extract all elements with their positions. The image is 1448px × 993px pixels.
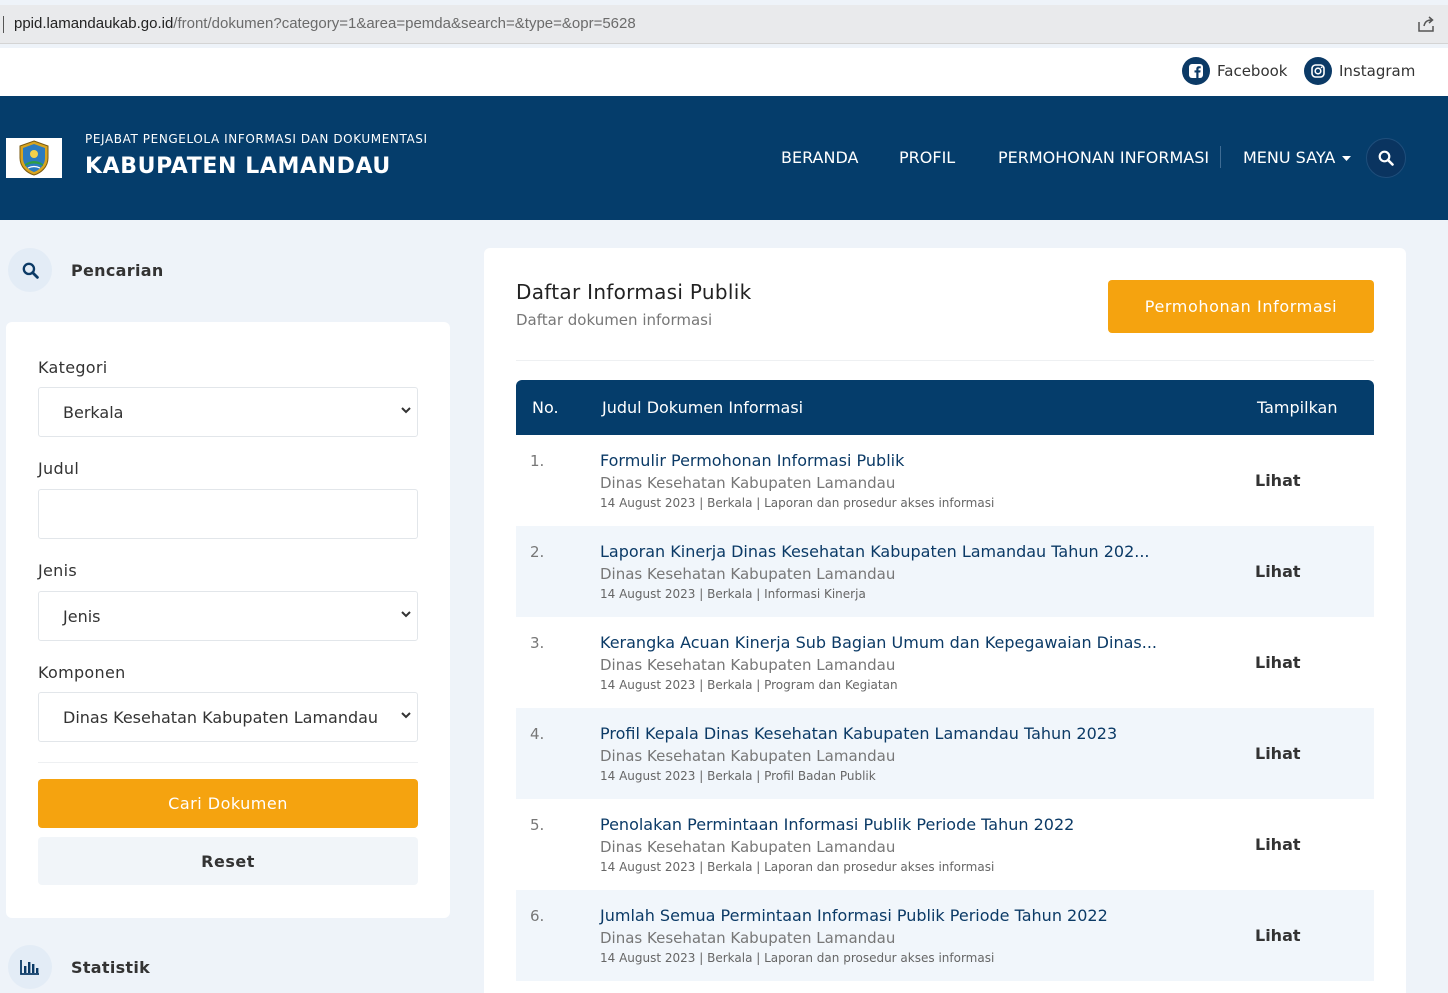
kategori-value: Berkala — [63, 402, 124, 422]
row-number: 6. — [530, 907, 545, 925]
form-divider — [38, 762, 418, 763]
table-row: 2. Laporan Kinerja Dinas Kesehatan Kabup… — [516, 526, 1374, 617]
statistik-title: Statistik — [71, 958, 151, 977]
filter-card: Kategori Berkala Judul Jenis Jenis Kompo… — [6, 322, 450, 918]
col-judul: Judul Dokumen Informasi — [602, 398, 804, 417]
page-title: Daftar Informasi Publik — [516, 280, 752, 304]
permohonan-informasi-button[interactable]: Permohonan Informasi — [1108, 280, 1374, 333]
nav-permohonan-informasi[interactable]: PERMOHONAN INFORMASI — [998, 148, 1209, 167]
search-icon — [22, 262, 39, 279]
reset-button[interactable]: Reset — [38, 837, 418, 885]
lihat-link[interactable]: Lihat — [1255, 471, 1301, 490]
row-number: 2. — [530, 543, 545, 561]
page-subtitle: Daftar dokumen informasi — [516, 311, 713, 329]
instagram-icon — [1304, 57, 1332, 85]
document-list-card: Daftar Informasi Publik Daftar dokumen i… — [484, 248, 1406, 993]
header-divider — [516, 360, 1374, 361]
cari-dokumen-button[interactable]: Cari Dokumen — [38, 779, 418, 828]
bar-chart-icon — [20, 960, 39, 975]
instagram-label: Instagram — [1339, 62, 1416, 80]
chevron-down-icon — [401, 712, 411, 719]
komponen-value: Dinas Kesehatan Kabupaten Lamandau — [63, 707, 379, 727]
lihat-link[interactable]: Lihat — [1255, 926, 1301, 945]
lihat-link[interactable]: Lihat — [1255, 653, 1301, 672]
pencarian-title: Pencarian — [71, 261, 164, 280]
row-number: 3. — [530, 634, 545, 652]
row-meta: 14 August 2023 | Berkala | Profil Badan … — [600, 769, 876, 783]
table-row: 5. Penolakan Permintaan Informasi Publik… — [516, 799, 1374, 890]
nav-search-button[interactable] — [1366, 138, 1406, 178]
row-title-link[interactable]: Profil Kepala Dinas Kesehatan Kabupaten … — [600, 724, 1117, 743]
text-caret — [3, 16, 4, 33]
row-meta: 14 August 2023 | Berkala | Laporan dan p… — [600, 951, 995, 965]
search-icon — [1378, 150, 1394, 166]
row-organization: Dinas Kesehatan Kabupaten Lamandau — [600, 656, 896, 674]
nav-menu-saya-label: MENU SAYA — [1243, 148, 1336, 167]
chevron-down-icon — [401, 407, 411, 414]
statistik-icon-badge — [8, 945, 52, 989]
facebook-label: Facebook — [1217, 62, 1288, 80]
row-organization: Dinas Kesehatan Kabupaten Lamandau — [600, 474, 896, 492]
row-number: 4. — [530, 725, 545, 743]
main-navbar: PEJABAT PENGELOLA INFORMASI DAN DOKUMENT… — [0, 96, 1448, 220]
nav-profil[interactable]: PROFIL — [899, 148, 955, 167]
row-title-link[interactable]: Formulir Permohonan Informasi Publik — [600, 451, 904, 470]
jenis-value: Jenis — [63, 606, 101, 626]
table-row: 3. Kerangka Acuan Kinerja Sub Bagian Umu… — [516, 617, 1374, 708]
lihat-link[interactable]: Lihat — [1255, 562, 1301, 581]
table-row: 4. Profil Kepala Dinas Kesehatan Kabupat… — [516, 708, 1374, 799]
row-title-link[interactable]: Kerangka Acuan Kinerja Sub Bagian Umum d… — [600, 633, 1157, 652]
row-title-link[interactable]: Jumlah Semua Permintaan Informasi Publik… — [600, 906, 1108, 925]
col-no: No. — [532, 398, 559, 417]
kategori-select[interactable]: Berkala — [38, 387, 418, 437]
url-host: ppid.lamandaukab.go.id — [14, 15, 174, 32]
lihat-link[interactable]: Lihat — [1255, 744, 1301, 763]
table-row: 6. Jumlah Semua Permintaan Informasi Pub… — [516, 890, 1374, 981]
row-title-link[interactable]: Penolakan Permintaan Informasi Publik Pe… — [600, 815, 1074, 834]
facebook-link[interactable]: Facebook — [1182, 57, 1287, 85]
row-meta: 14 August 2023 | Berkala | Laporan dan p… — [600, 860, 995, 874]
judul-label: Judul — [38, 459, 80, 478]
lihat-link[interactable]: Lihat — [1255, 835, 1301, 854]
caret-down-icon — [1342, 155, 1352, 161]
url-path: /front/dokumen?category=1&area=pemda&sea… — [173, 15, 636, 32]
kategori-label: Kategori — [38, 358, 108, 377]
judul-input[interactable] — [38, 489, 418, 539]
jenis-label: Jenis — [38, 561, 77, 580]
komponen-select[interactable]: Dinas Kesehatan Kabupaten Lamandau — [38, 692, 418, 742]
row-title-link[interactable]: Laporan Kinerja Dinas Kesehatan Kabupate… — [600, 542, 1150, 561]
documents-table: No. Judul Dokumen Informasi Tampilkan 1.… — [516, 380, 1374, 981]
table-row: 1. Formulir Permohonan Informasi Publik … — [516, 435, 1374, 526]
row-organization: Dinas Kesehatan Kabupaten Lamandau — [600, 565, 896, 583]
row-meta: 14 August 2023 | Berkala | Laporan dan p… — [600, 496, 995, 510]
browser-url-bar[interactable]: ppid.lamandaukab.go.id/front/dokumen?cat… — [0, 5, 1448, 44]
nav-divider — [1220, 146, 1221, 168]
pencarian-icon-badge — [8, 248, 52, 292]
brand-subtitle: PEJABAT PENGELOLA INFORMASI DAN DOKUMENT… — [85, 132, 428, 146]
row-meta: 14 August 2023 | Berkala | Program dan K… — [600, 678, 898, 692]
instagram-link[interactable]: Instagram — [1304, 57, 1415, 85]
nav-beranda[interactable]: BERANDA — [781, 148, 858, 167]
facebook-icon — [1182, 57, 1210, 85]
komponen-label: Komponen — [38, 663, 126, 682]
col-tampilkan: Tampilkan — [1257, 398, 1338, 417]
crest-icon — [19, 140, 49, 176]
brand-title[interactable]: KABUPATEN LAMANDAU — [85, 154, 391, 179]
url-text[interactable]: ppid.lamandaukab.go.id/front/dokumen?cat… — [14, 15, 636, 32]
row-number: 5. — [530, 816, 545, 834]
share-icon[interactable] — [1416, 15, 1436, 33]
table-header: No. Judul Dokumen Informasi Tampilkan — [516, 380, 1374, 435]
kabupaten-logo[interactable] — [6, 138, 62, 178]
row-organization: Dinas Kesehatan Kabupaten Lamandau — [600, 838, 896, 856]
row-number: 1. — [530, 452, 545, 470]
row-organization: Dinas Kesehatan Kabupaten Lamandau — [600, 747, 896, 765]
row-organization: Dinas Kesehatan Kabupaten Lamandau — [600, 929, 896, 947]
nav-menu-saya[interactable]: MENU SAYA — [1243, 148, 1352, 167]
jenis-select[interactable]: Jenis — [38, 591, 418, 641]
chevron-down-icon — [401, 611, 411, 618]
row-meta: 14 August 2023 | Berkala | Informasi Kin… — [600, 587, 866, 601]
social-bar: Facebook Instagram — [0, 48, 1448, 96]
